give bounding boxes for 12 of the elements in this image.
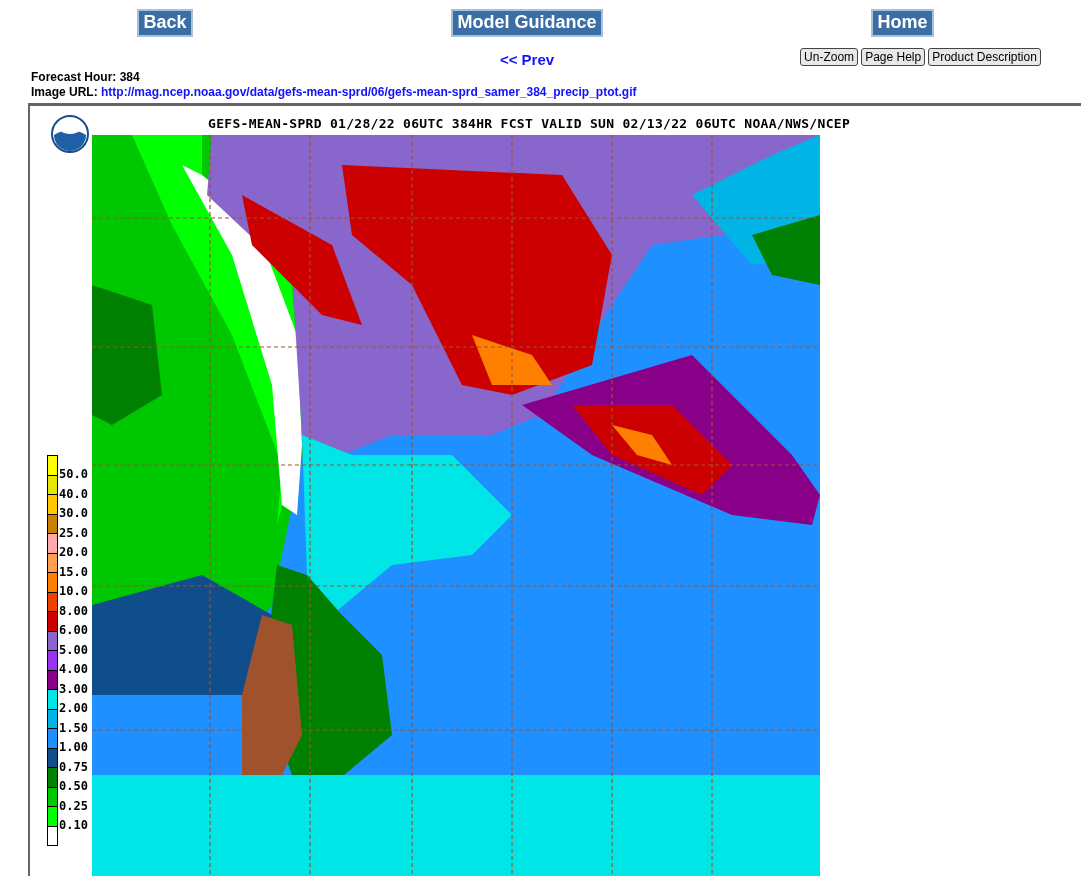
forecast-hour-text: Forecast Hour: 384	[31, 70, 140, 84]
toolbar-button[interactable]: Un-Zoom	[800, 47, 859, 66]
nav-button[interactable]: Back	[137, 9, 193, 37]
noaa-logo-icon	[51, 115, 89, 153]
map-title: GEFS-MEAN-SPRD 01/28/22 06UTC 384HR FCST VALID SUN 02/13/22 06UTC NOAA/NWS/NCEP	[208, 116, 850, 131]
nav-button[interactable]: Home	[871, 9, 934, 37]
prev-link[interactable]: << Prev	[499, 50, 555, 68]
image-url-label: Image URL:	[31, 85, 98, 99]
image-url-link[interactable]: http://mag.ncep.noaa.gov/data/gefs-mean-sprd/06/gefs-mean-sprd_samer_384_precip_ptot.gif	[101, 85, 637, 99]
toolbar-button[interactable]: Product Description	[928, 47, 1041, 66]
toolbar-button[interactable]: Page Help	[861, 47, 926, 66]
nav-button[interactable]: Model Guidance	[451, 9, 603, 37]
